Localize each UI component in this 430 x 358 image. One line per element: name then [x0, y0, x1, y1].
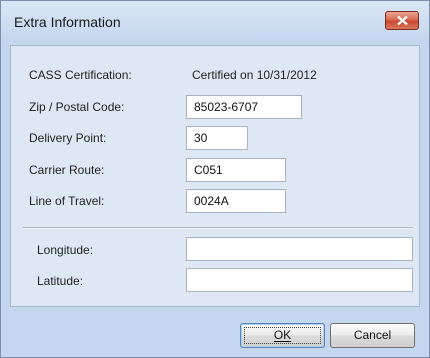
latitude-label: Latitude: [37, 274, 84, 288]
zip-postal-code-label: Zip / Postal Code: [29, 100, 125, 114]
zip-postal-code-field[interactable] [186, 95, 302, 119]
longitude-field[interactable] [186, 237, 413, 261]
ok-button[interactable]: OK [240, 323, 325, 348]
cass-certification-value: Certified on 10/31/2012 [192, 68, 317, 82]
latitude-field[interactable] [186, 268, 413, 292]
cass-certification-label: CASS Certification: [29, 68, 132, 82]
carrier-route-label: Carrier Route: [29, 163, 105, 177]
extra-information-dialog: Extra Information CASS Certification: Ce… [0, 0, 430, 358]
title-bar[interactable]: Extra Information [1, 1, 429, 41]
cancel-button-label: Cancel [353, 328, 392, 342]
carrier-route-field[interactable] [186, 158, 286, 182]
close-icon [397, 16, 408, 25]
line-of-travel-field[interactable] [186, 189, 286, 213]
delivery-point-field[interactable] [186, 126, 248, 150]
close-button[interactable] [385, 11, 419, 30]
cancel-button[interactable]: Cancel [330, 323, 415, 348]
focus-ring [244, 327, 321, 344]
section-divider [23, 227, 413, 229]
longitude-label: Longitude: [37, 243, 94, 257]
dialog-title: Extra Information [14, 14, 121, 30]
delivery-point-label: Delivery Point: [29, 131, 107, 145]
line-of-travel-label: Line of Travel: [29, 194, 105, 208]
